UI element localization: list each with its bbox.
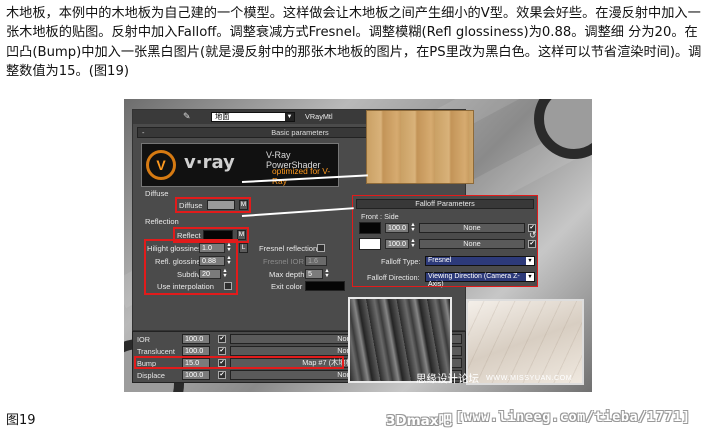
lock-glossiness-button[interactable]: L [239, 243, 248, 253]
glossiness-highlight-box [144, 239, 238, 295]
watermark-site-url: WWW.MISSYUAN.COM [486, 373, 573, 382]
spinner-arrows-icon[interactable]: ▲ ▼ [324, 268, 330, 279]
fresnel-reflections-checkbox[interactable] [317, 244, 325, 252]
diffuse-highlight-box [175, 197, 251, 213]
screenshot-figure: ✎ 地面 ▼ VRayMtl - Basic parameters V v·ra… [124, 99, 592, 392]
watermark-site-cn: 思缘设计论坛 [416, 373, 479, 385]
reflection-group-label: Reflection [145, 217, 179, 226]
checkmark-icon[interactable]: ✔ [218, 335, 226, 343]
fresnel-reflections-label: Fresnel reflections [259, 244, 322, 253]
map-amount-field[interactable]: 100.0 [182, 370, 210, 380]
fresnel-ior-label: Fresnel IOR [263, 257, 304, 266]
material-name: 地面 [215, 112, 230, 121]
rollout-title: Basic parameters [271, 128, 329, 137]
map-amount-field[interactable]: 100.0 [182, 346, 210, 356]
footer-logo: 3Dmax吧 [386, 413, 452, 429]
wood-texture-image [366, 110, 474, 184]
max-depth-field[interactable]: 5 [305, 269, 323, 279]
checkmark-icon[interactable]: ✔ [218, 347, 226, 355]
map-name: Displace [137, 371, 165, 380]
map-name: IOR [137, 335, 150, 344]
material-name-select[interactable]: 地面 ▼ [211, 112, 295, 122]
max-depth-label: Max depth [269, 270, 305, 279]
figure-caption: 图19 [6, 413, 36, 428]
eyedropper-icon[interactable]: ✎ [183, 111, 191, 122]
render-floor-pattern [468, 301, 582, 383]
footer-url: [www.lineeg.com/tieba/1771] [455, 409, 691, 425]
bump-highlight-box [134, 356, 344, 369]
fresnel-ior-field[interactable]: 1.6 [305, 256, 327, 266]
article-paragraph: 木地板，本例中的木地板为自己建的一个模型。这样做会让木地板之间产生细小的V型。效… [6, 6, 702, 80]
material-type-button[interactable]: VRayMtl [305, 112, 333, 121]
vray-brand: v·ray [184, 152, 235, 173]
map-name: Translucent [137, 347, 175, 356]
vray-logo-icon: V [146, 150, 176, 180]
exit-color-swatch[interactable] [305, 281, 345, 291]
vray-banner: V v·ray V-Ray PowerShader optimized for … [141, 143, 339, 187]
diffuse-group-label: Diffuse [145, 189, 169, 198]
exit-color-label: Exit color [271, 282, 303, 291]
chevron-down-icon: ▼ [285, 113, 294, 121]
checkmark-icon[interactable]: ✔ [218, 371, 226, 379]
collapse-icon: - [142, 128, 145, 137]
falloff-frame [352, 195, 538, 287]
map-amount-field[interactable]: 100.0 [182, 334, 210, 344]
